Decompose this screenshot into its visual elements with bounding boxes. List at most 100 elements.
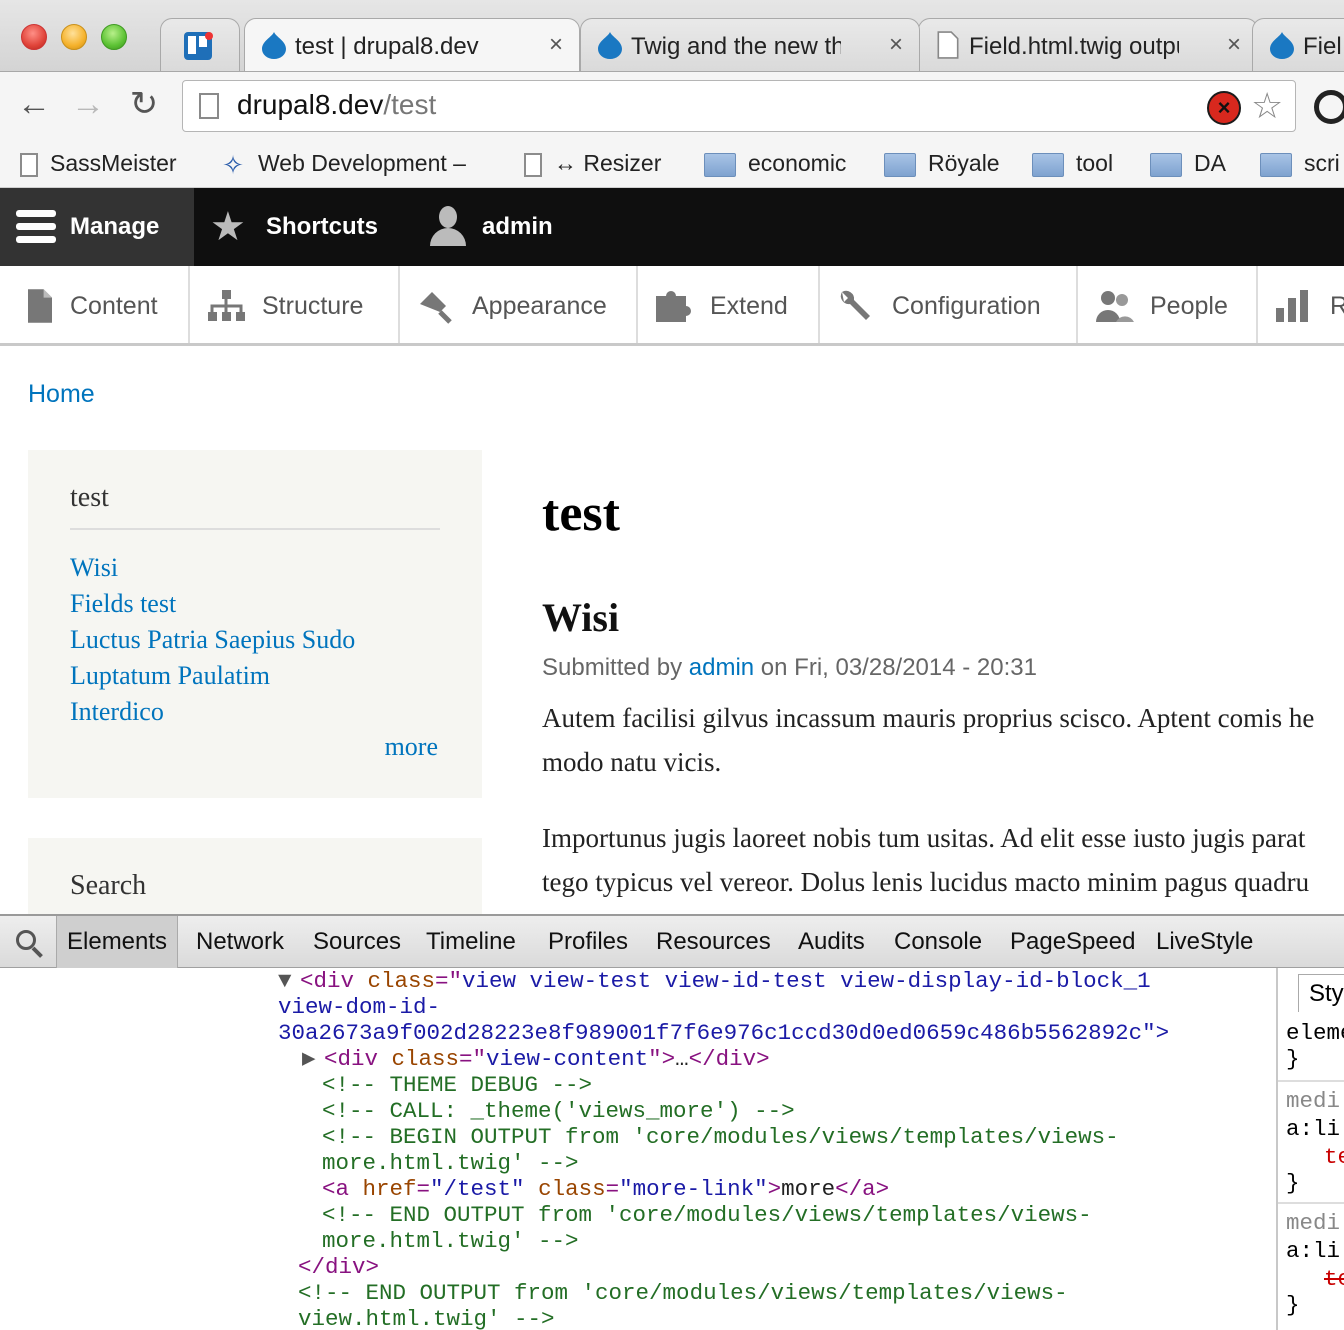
expand-triangle-icon[interactable]: ▼ — [278, 968, 292, 994]
trello-icon — [184, 32, 213, 60]
list-item[interactable]: Interdico — [70, 694, 355, 730]
appearance-icon — [420, 292, 452, 324]
more-link[interactable]: more — [385, 732, 438, 762]
tab-title: Field.html.twig outpu — [969, 33, 1179, 60]
window-zoom-button[interactable] — [101, 24, 127, 50]
tab-title: Fiel — [1303, 33, 1342, 60]
window-minimize-button[interactable] — [61, 24, 87, 50]
list-item[interactable]: Wisi — [70, 550, 355, 586]
reload-icon[interactable]: ↻ — [124, 84, 164, 124]
devtools-tab-console[interactable]: Console — [894, 916, 982, 968]
search-icon[interactable] — [14, 928, 44, 958]
block-title: Search — [70, 870, 147, 901]
tab-field-twig[interactable]: Field.html.twig outpu × — [918, 18, 1258, 71]
bookmark-folder-scri[interactable]: scri — [1260, 146, 1340, 180]
list-item[interactable]: Luctus Patria Saepius Sudo — [70, 622, 355, 658]
folder-icon — [1150, 152, 1182, 177]
blocker-extension-icon[interactable]: × — [1207, 91, 1241, 125]
devtools-tab-bar: Elements Network Sources Timeline Profil… — [0, 916, 1344, 968]
drupal-icon — [598, 32, 622, 59]
dom-tree: ▼ <div class="view view-test view-id-test… — [278, 968, 1170, 1330]
bookmark-folder-economic[interactable]: economic — [704, 146, 846, 180]
page-icon — [20, 152, 38, 177]
url-text: drupal8.dev/test — [237, 89, 437, 120]
pinned-tab-trello[interactable] — [160, 18, 240, 71]
tray-item-configuration[interactable]: Configuration — [820, 266, 1078, 343]
tray-item-people[interactable]: People — [1078, 266, 1258, 343]
bookmark-folder-da[interactable]: DA — [1150, 146, 1226, 180]
toolbar-shortcuts-tab[interactable]: ★ Shortcuts — [194, 188, 414, 266]
admin-toolbar: Manage ★ Shortcuts admin — [0, 188, 1344, 266]
bookmark-folder-tool[interactable]: tool — [1032, 146, 1113, 180]
close-icon[interactable]: × — [1227, 31, 1241, 59]
search-block: Search — [28, 838, 482, 918]
tab-title: Twig and the new the — [631, 33, 841, 60]
body-paragraph: Importunus jugis laoreet nobis tum usita… — [542, 823, 1310, 897]
drupal-icon — [262, 32, 286, 59]
toolbar-user-tab[interactable]: admin — [414, 188, 614, 266]
tray-item-reports[interactable]: R — [1258, 266, 1344, 343]
folder-icon — [1032, 152, 1064, 177]
devtools-tab-livestyle[interactable]: LiveStyle — [1156, 916, 1253, 968]
structure-icon — [208, 290, 245, 321]
close-icon[interactable]: × — [889, 31, 903, 59]
tray-item-content[interactable]: Content — [0, 266, 190, 343]
user-icon — [428, 206, 468, 248]
bookmarks-bar: SassMeister ✧ Web Development – ↔ Resizer… — [0, 138, 1344, 188]
devtools-tab-audits[interactable]: Audits — [798, 916, 865, 968]
tray-item-appearance[interactable]: Appearance — [400, 266, 638, 343]
jenkins-icon: ✧ — [222, 149, 244, 180]
breadcrumb-home-link[interactable]: Home — [28, 380, 95, 409]
node-title[interactable]: Wisi — [542, 594, 619, 641]
devtools-tab-sources[interactable]: Sources — [313, 916, 401, 968]
bookmark-folder-royale[interactable]: Röyale — [884, 146, 1000, 180]
tray-item-structure[interactable]: Structure — [190, 266, 400, 343]
devtools-tab-pagespeed[interactable]: PageSpeed — [1010, 916, 1135, 968]
node-submitted-info: Submitted by admin on Fri, 03/28/2014 - … — [542, 654, 1037, 681]
block-title: test — [70, 482, 109, 513]
window-close-button[interactable] — [21, 24, 47, 50]
reports-icon — [1276, 290, 1308, 322]
tab-twig[interactable]: Twig and the new the × — [580, 18, 920, 71]
devtools-tab-network[interactable]: Network — [196, 916, 284, 968]
page-title: test — [542, 485, 620, 542]
page-icon — [937, 31, 959, 59]
forward-arrow-icon[interactable]: → — [68, 84, 108, 124]
content-icon — [28, 289, 52, 323]
tab-test-active[interactable]: test | drupal8.dev × — [244, 18, 580, 71]
styles-pane: Styles eleme } medi a:li te } medi a:li … — [1276, 968, 1344, 1330]
browser-tab-strip: Field.html.twig outpu × Fiel Twig and th… — [0, 0, 1344, 72]
folder-icon — [884, 152, 916, 177]
bookmark-web-development[interactable]: ✧ Web Development – — [220, 146, 466, 180]
bookmark-resizer[interactable]: ↔ Resizer — [524, 146, 661, 180]
divider — [70, 528, 440, 530]
devtools-tab-timeline[interactable]: Timeline — [426, 916, 516, 968]
address-bar[interactable]: drupal8.dev/test × ☆ — [182, 80, 1296, 132]
close-icon[interactable]: × — [549, 31, 563, 59]
bookmark-star-icon[interactable]: ☆ — [1251, 85, 1283, 127]
author-link[interactable]: admin — [689, 654, 754, 681]
back-arrow-icon[interactable]: ← — [14, 84, 54, 124]
bookmark-sassmeister[interactable]: SassMeister — [20, 146, 177, 180]
devtools-tab-profiles[interactable]: Profiles — [548, 916, 628, 968]
tray-item-extend[interactable]: Extend — [638, 266, 820, 343]
toolbar-manage-tab[interactable]: Manage — [0, 188, 194, 266]
page-icon — [199, 93, 219, 119]
tab-title: test | drupal8.dev — [295, 33, 479, 60]
browser-toolbar: ← → ↻ drupal8.dev/test × ☆ — [0, 72, 1344, 138]
tab-field[interactable]: Fiel — [1252, 18, 1344, 71]
styles-tab[interactable]: Styles — [1298, 974, 1344, 1012]
extension-icon[interactable] — [1314, 90, 1344, 124]
collapse-triangle-icon[interactable]: ▶ — [302, 1046, 316, 1072]
people-icon — [1096, 291, 1134, 322]
wrench-icon — [840, 290, 870, 320]
body-paragraph: Autem facilisi gilvus incassum mauris pr… — [542, 703, 1315, 777]
list-item[interactable]: Luptatum Paulatim — [70, 658, 355, 694]
devtools-panel: Elements Network Sources Timeline Profil… — [0, 914, 1344, 1330]
devtools-tab-elements[interactable]: Elements — [56, 916, 179, 968]
list-item[interactable]: Fields test — [70, 586, 355, 622]
devtools-tab-resources[interactable]: Resources — [656, 916, 771, 968]
page-icon — [524, 152, 542, 177]
folder-icon — [1260, 152, 1292, 177]
extend-icon — [656, 291, 691, 322]
